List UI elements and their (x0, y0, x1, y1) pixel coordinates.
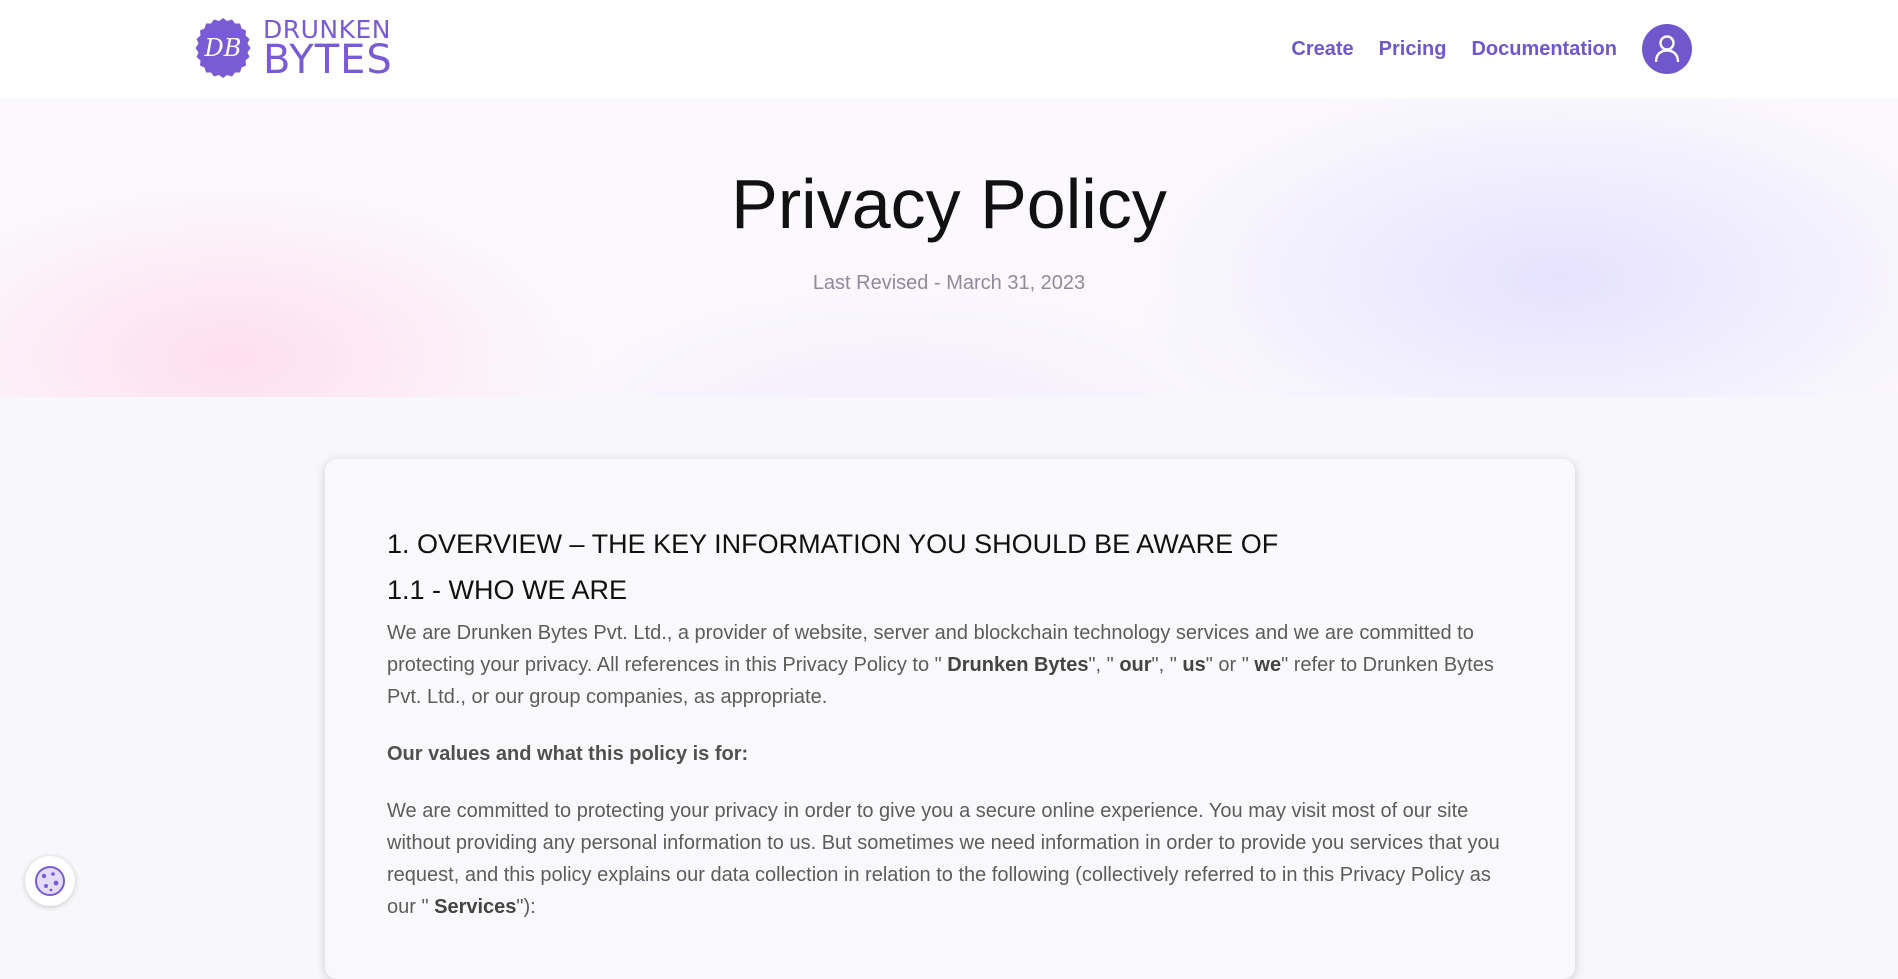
main-nav: Create Pricing Documentation (1291, 24, 1692, 74)
nav-documentation-link[interactable]: Documentation (1471, 38, 1617, 61)
text-segment: We are committed to protecting your priv… (387, 800, 1500, 918)
brand-logo[interactable]: DB DRUNKEN BYTES (191, 16, 393, 80)
text-segment: ", " (1151, 654, 1183, 676)
cookie-settings-button[interactable] (25, 856, 75, 906)
policy-content: 1. OVERVIEW – THE KEY INFORMATION YOU SH… (387, 521, 1517, 923)
bold-term: Drunken Bytes (947, 654, 1089, 676)
page-title: Privacy Policy (731, 165, 1167, 243)
nav-pricing-link[interactable]: Pricing (1379, 38, 1447, 61)
cookie-icon (35, 866, 65, 896)
last-revised-date: Last Revised - March 31, 2023 (812, 272, 1086, 294)
who-we-are-paragraph: We are Drunken Bytes Pvt. Ltd., a provid… (387, 617, 1517, 713)
bold-term: our (1119, 654, 1152, 676)
bold-term: Services (434, 896, 517, 918)
policy-content-card: 1. OVERVIEW – THE KEY INFORMATION YOU SH… (325, 459, 1575, 979)
hero-banner: Privacy Policy Last Revised - March 31, … (0, 98, 1898, 397)
values-heading: Our values and what this policy is for: (387, 743, 749, 765)
bold-term: us (1182, 654, 1206, 676)
commitment-paragraph: We are committed to protecting your priv… (387, 795, 1517, 923)
site-header: DB DRUNKEN BYTES Create Pricing Document… (0, 0, 1898, 98)
brand-wordmark: DRUNKEN BYTES (263, 17, 393, 80)
text-segment: " or " (1205, 654, 1255, 676)
user-avatar-button[interactable] (1642, 24, 1692, 74)
logo-initials: DB (204, 34, 242, 62)
text-segment: ", " (1088, 654, 1120, 676)
bold-term: we (1254, 654, 1282, 676)
section-heading-who-we-are: 1.1 - WHO WE ARE (387, 575, 628, 605)
text-segment: "): (516, 896, 536, 918)
user-icon (1654, 35, 1680, 63)
logo-badge-icon: DB (195, 18, 251, 78)
brand-name-line2: BYTES (263, 36, 393, 83)
nav-create-link[interactable]: Create (1291, 38, 1353, 61)
section-heading-overview: 1. OVERVIEW – THE KEY INFORMATION YOU SH… (387, 529, 1279, 559)
